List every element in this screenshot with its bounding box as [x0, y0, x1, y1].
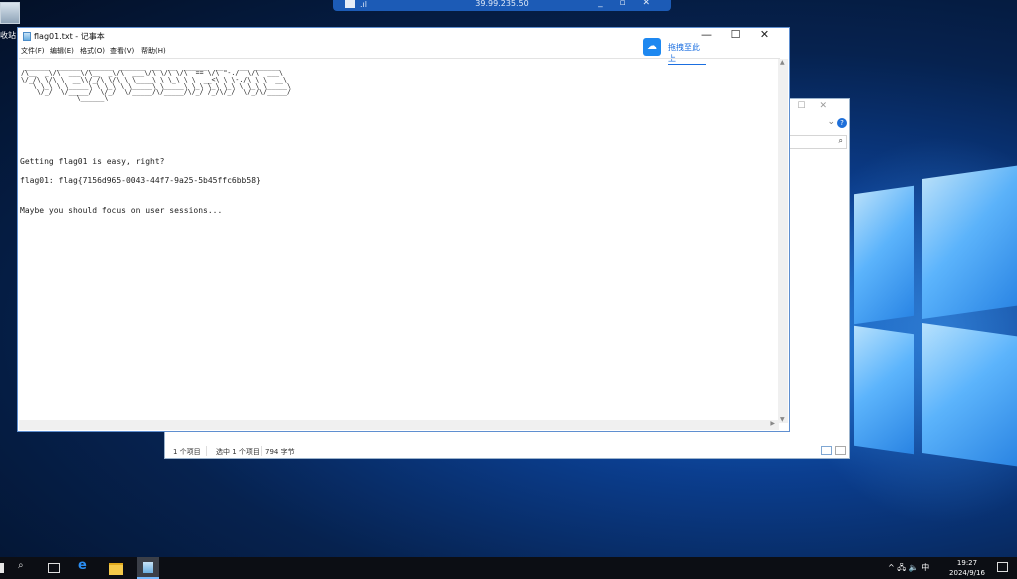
status-item-count: 1 个项目 — [173, 448, 201, 456]
recycle-bin-icon[interactable] — [0, 2, 20, 24]
menu-edit[interactable]: 编辑(E) — [50, 46, 74, 56]
close-button[interactable]: ✕ — [750, 28, 779, 41]
tray-icons[interactable]: ^ 🖧 🔈 中 — [888, 562, 929, 576]
remote-bar-controls[interactable]: _ ▫ ✕ — [598, 0, 657, 8]
text-line-1: Getting flag01 is easy, right? — [20, 157, 165, 166]
chevron-down-icon[interactable]: ⌄ — [827, 117, 835, 127]
scroll-right-icon[interactable]: ▶ — [770, 420, 775, 427]
maximize-button[interactable]: ☐ — [721, 28, 750, 41]
text-line-2: flag01: flag{7156d965-0043-44f7-9a25-5b4… — [20, 176, 261, 185]
window-title: flag01.txt - 记事本 — [34, 32, 105, 41]
start-button[interactable] — [0, 563, 4, 573]
file-explorer-icon[interactable] — [109, 563, 123, 575]
scroll-down-icon[interactable]: ▼ — [780, 416, 785, 423]
clock-time: 19:27 — [956, 559, 978, 567]
status-selected: 选中 1 个项目 — [216, 448, 260, 456]
baidu-drag-button[interactable]: ☁ 拖拽至此上 — [641, 36, 706, 65]
large-icons-view-icon[interactable] — [835, 446, 846, 455]
menu-file[interactable]: 文件(F) — [21, 46, 45, 56]
windows-logo-wallpaper — [842, 150, 1017, 480]
horizontal-scrollbar[interactable]: ▶ — [19, 420, 779, 430]
notepad-icon — [23, 32, 31, 41]
text-line-3: Maybe you should focus on user sessions.… — [20, 206, 223, 215]
search-box[interactable]: ⌕ — [789, 135, 847, 149]
search-icon[interactable]: ⌕ — [18, 560, 24, 576]
internet-explorer-icon[interactable]: e — [78, 558, 87, 574]
vertical-scrollbar[interactable]: ▲ ▼ — [778, 59, 788, 423]
recycle-bin-label: 收站 — [0, 31, 16, 40]
taskbar: ⌕ e ^ 🖧 🔈 中 19:27 2024/9/16 — [0, 557, 1017, 579]
cloud-icon: ☁ — [643, 38, 661, 56]
menu-help[interactable]: 帮助(H) — [141, 46, 166, 56]
clock-date: 2024/9/16 — [949, 569, 985, 577]
notification-icon[interactable] — [997, 562, 1008, 572]
status-size: 794 字节 — [265, 448, 295, 456]
desktop: 收站 .ıl 39.99.235.50 _ ▫ ✕ ☐✕ ⌄ ? ⌕ 1 个项目… — [0, 0, 1017, 557]
ascii-banner: ______ ______ ______ ______ __ __ ______… — [21, 63, 291, 103]
menu-format[interactable]: 格式(O) — [80, 46, 105, 56]
help-icon[interactable]: ? — [837, 118, 847, 128]
status-bar: 1 个项目 选中 1 个项目 794 字节 — [165, 444, 849, 458]
details-view-icon[interactable] — [821, 446, 832, 455]
notepad-window[interactable]: flag01.txt - 记事本 — ☐ ✕ ☁ 拖拽至此上 文件(F) 编辑(E)… — [17, 27, 790, 432]
clock[interactable]: 19:27 2024/9/16 — [947, 558, 987, 578]
menu-view[interactable]: 查看(V) — [110, 46, 134, 56]
task-view-icon[interactable] — [48, 563, 60, 573]
search-icon: ⌕ — [838, 136, 843, 145]
notepad-taskbar-icon[interactable] — [137, 557, 159, 579]
text-editor[interactable]: ______ ______ ______ ______ __ __ ______… — [19, 58, 780, 422]
scroll-up-icon[interactable]: ▲ — [780, 59, 785, 66]
remote-desktop-bar[interactable]: .ıl 39.99.235.50 _ ▫ ✕ — [333, 0, 671, 11]
explorer-window-controls[interactable]: ☐✕ — [797, 101, 841, 111]
